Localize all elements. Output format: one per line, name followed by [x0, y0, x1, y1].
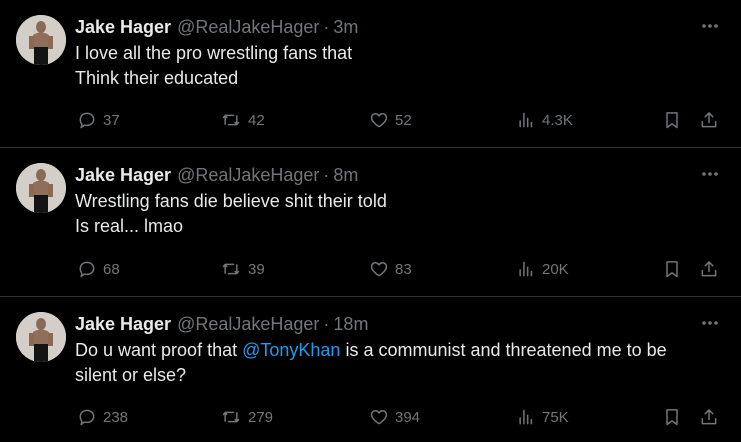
- tweet-header: Jake Hager @RealJakeHager · 8m: [75, 163, 358, 187]
- reply-icon: [79, 112, 95, 129]
- bookmark-button[interactable]: [662, 108, 682, 132]
- reply-button[interactable]: 68: [77, 257, 120, 281]
- repost-icon: [222, 114, 240, 126]
- views-button[interactable]: 4.3K: [516, 108, 573, 132]
- author-handle[interactable]: @RealJakeHager: [177, 312, 319, 336]
- like-button[interactable]: 83: [369, 257, 412, 281]
- repost-count: 279: [248, 408, 274, 426]
- avatar[interactable]: [16, 163, 66, 213]
- repost-count: 42: [248, 111, 265, 129]
- reply-count: 68: [103, 260, 120, 278]
- share-button[interactable]: [699, 108, 719, 132]
- tweet-feed: Jake Hager @RealJakeHager · 3m I love al…: [0, 0, 741, 442]
- author-name[interactable]: Jake Hager: [75, 163, 171, 187]
- tweet-text-line: Do u want proof that @TonyKhan is a comm…: [75, 338, 725, 363]
- reply-count: 238: [103, 408, 129, 426]
- like-count: 52: [395, 111, 412, 129]
- avatar[interactable]: [16, 312, 66, 362]
- mention-link[interactable]: @TonyKhan: [242, 340, 340, 360]
- bookmark-button[interactable]: [662, 405, 682, 429]
- bookmark-icon: [666, 409, 678, 426]
- share-icon: [701, 261, 717, 277]
- timestamp[interactable]: 8m: [333, 163, 358, 187]
- author-name[interactable]: Jake Hager: [75, 15, 171, 39]
- like-count: 83: [395, 260, 412, 278]
- tweet-text-segment: I love all the pro wrestling fans that: [75, 43, 353, 63]
- timestamp[interactable]: 18m: [333, 312, 368, 336]
- tweet-text-segment: Do u want proof that: [75, 340, 243, 360]
- avatar[interactable]: [16, 15, 66, 65]
- reply-count: 37: [103, 111, 120, 129]
- share-icon: [701, 409, 717, 425]
- reply-icon: [79, 261, 95, 278]
- author-handle[interactable]: @RealJakeHager: [177, 163, 319, 187]
- like-count: 394: [395, 408, 421, 426]
- tweet-text: I love all the pro wrestling fans that T…: [75, 41, 725, 91]
- tweet-text-segment: silent or else?: [75, 365, 187, 385]
- share-button[interactable]: [699, 257, 719, 281]
- tweet[interactable]: Jake Hager @RealJakeHager · 3m I love al…: [0, 0, 741, 148]
- views-count: 4.3K: [542, 111, 573, 129]
- tweet-text-line: silent or else?: [75, 363, 725, 388]
- share-button[interactable]: [699, 405, 719, 429]
- tweet-text-line: Wrestling fans die believe shit their to…: [75, 189, 725, 214]
- tweet-header: Jake Hager @RealJakeHager · 18m: [75, 312, 368, 336]
- views-chart-icon: [519, 112, 533, 128]
- repost-button[interactable]: 39: [220, 257, 265, 281]
- views-button[interactable]: 75K: [516, 405, 569, 429]
- like-button[interactable]: 394: [369, 405, 420, 429]
- tweet-text: Wrestling fans die believe shit their to…: [75, 189, 725, 239]
- more-options-button[interactable]: [699, 163, 721, 185]
- author-handle[interactable]: @RealJakeHager: [177, 15, 319, 39]
- bookmark-icon: [666, 261, 678, 278]
- repost-button[interactable]: 42: [220, 108, 265, 132]
- separator-dot: ·: [323, 314, 330, 334]
- repost-count: 39: [248, 260, 265, 278]
- tweet-text-segment: Think their educated: [75, 68, 239, 88]
- reply-icon: [79, 409, 95, 426]
- views-count: 75K: [542, 408, 569, 426]
- bookmark-button[interactable]: [662, 257, 682, 281]
- share-icon: [701, 112, 717, 128]
- views-count: 20K: [542, 260, 569, 278]
- repost-button[interactable]: 279: [220, 405, 273, 429]
- reply-button[interactable]: 238: [77, 405, 128, 429]
- tweet-text: Do u want proof that @TonyKhan is a comm…: [75, 338, 725, 388]
- more-horizontal-icon: [702, 172, 718, 176]
- heart-icon: [370, 113, 388, 128]
- tweet-text-line: I love all the pro wrestling fans that: [75, 41, 725, 66]
- more-horizontal-icon: [702, 321, 718, 325]
- views-chart-icon: [519, 261, 533, 277]
- bookmark-icon: [666, 112, 678, 129]
- more-options-button[interactable]: [699, 15, 721, 37]
- tweet[interactable]: Jake Hager @RealJakeHager · 8m Wrestling…: [0, 148, 741, 297]
- like-button[interactable]: 52: [369, 108, 412, 132]
- tweet-header: Jake Hager @RealJakeHager · 3m: [75, 15, 358, 39]
- reply-button[interactable]: 37: [77, 108, 120, 132]
- repost-icon: [222, 263, 240, 275]
- heart-icon: [370, 410, 388, 425]
- views-button[interactable]: 20K: [516, 257, 569, 281]
- timestamp[interactable]: 3m: [333, 15, 358, 39]
- more-horizontal-icon: [702, 24, 718, 28]
- views-chart-icon: [519, 409, 533, 425]
- tweet-text-line: Is real... lmao: [75, 214, 725, 239]
- tweet-text-segment: Wrestling fans die believe shit their to…: [75, 191, 387, 211]
- tweet-text-line: Think their educated: [75, 66, 725, 91]
- tweet-text-segment: is a communist and threatened me to be: [340, 340, 667, 360]
- tweet-text-segment: Is real... lmao: [75, 216, 184, 236]
- author-name[interactable]: Jake Hager: [75, 312, 171, 336]
- more-options-button[interactable]: [699, 312, 721, 334]
- heart-icon: [370, 262, 388, 277]
- separator-dot: ·: [323, 165, 330, 185]
- repost-icon: [222, 411, 240, 423]
- separator-dot: ·: [323, 17, 330, 37]
- tweet[interactable]: Jake Hager @RealJakeHager · 18m Do u wan…: [0, 297, 741, 442]
